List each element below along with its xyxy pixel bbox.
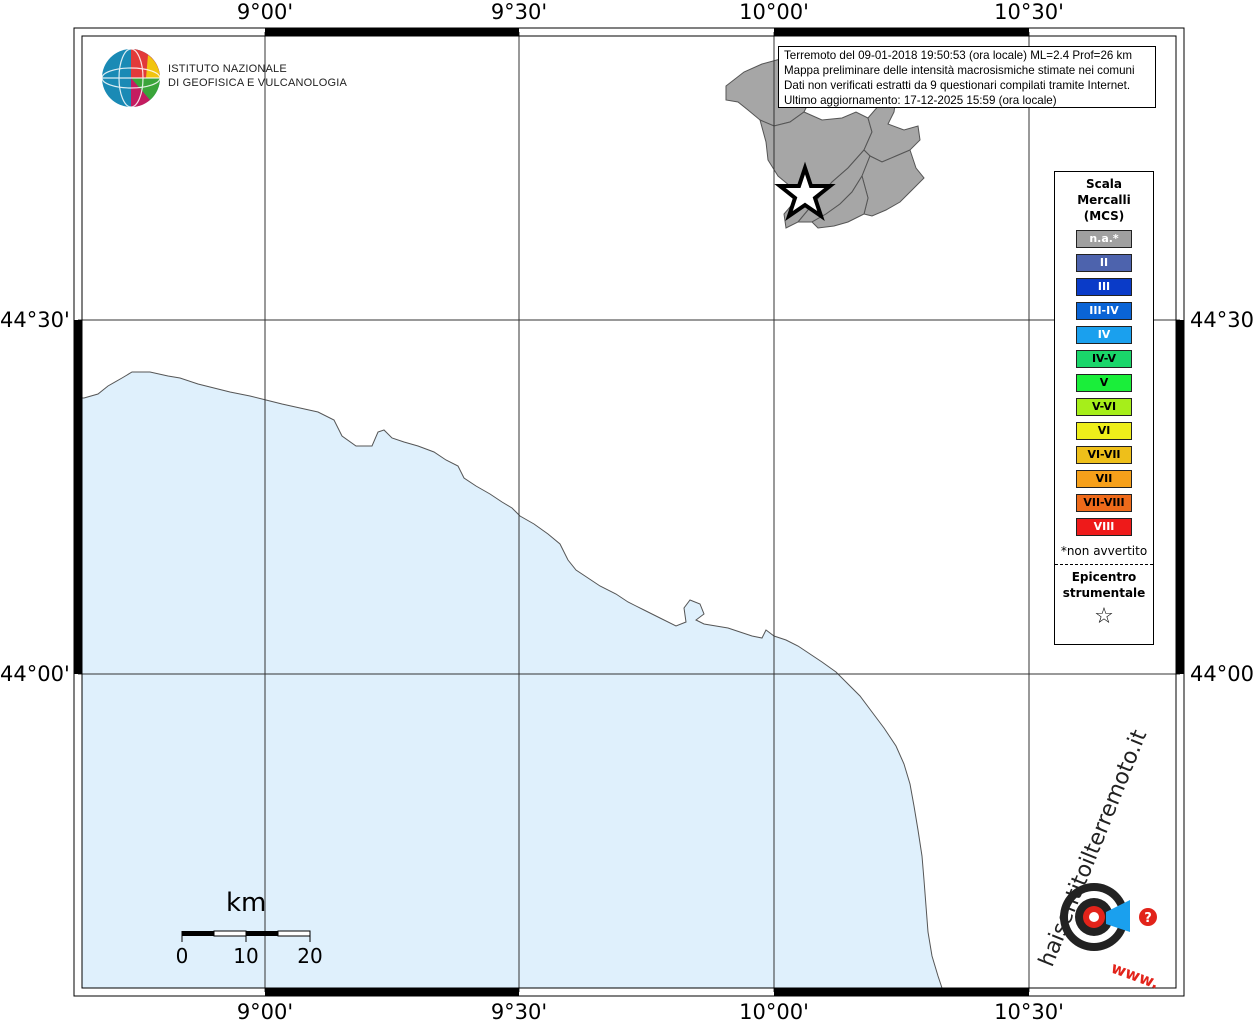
right-label-44-30: 44°30' xyxy=(1190,308,1256,332)
ingv-line-2: DI GEOFISICA E VULCANOLOGIA xyxy=(168,77,347,89)
event-info-box: Terremoto del 09-01-2018 19:50:53 (ora l… xyxy=(778,46,1156,108)
scale-tick-20: 20 xyxy=(297,944,323,968)
legend-swatch-12: VIII xyxy=(1076,518,1132,536)
legend-swatch-3: III-IV xyxy=(1076,302,1132,320)
legend-title-line-2: Mercalli xyxy=(1077,193,1131,207)
scale-unit: km xyxy=(226,888,267,918)
scale-tick-10: 10 xyxy=(233,944,259,968)
legend-epicenter-label: Epicentro strumentale xyxy=(1055,569,1153,601)
legend-swatch-8: VI xyxy=(1076,422,1132,440)
legend-epicenter-line-2: strumentale xyxy=(1062,586,1146,600)
legend-star-icon: ☆ xyxy=(1094,604,1114,629)
legend-note: *non avvertito xyxy=(1060,544,1148,558)
legend-swatch-2: III xyxy=(1076,278,1132,296)
ingv-line-1: ISTITUTO NAZIONALE xyxy=(168,63,287,75)
ingv-logo-text: ISTITUTO NAZIONALE DI GEOFISICA E VULCAN… xyxy=(168,62,347,90)
top-label-10-00: 10°00' xyxy=(739,0,809,24)
bottom-label-10-30: 10°30' xyxy=(994,1000,1064,1024)
legend-title-line-3: (MCS) xyxy=(1083,209,1125,223)
legend-swatch-0: n.a.* xyxy=(1076,230,1132,248)
legend-title: Scala Mercalli (MCS) xyxy=(1055,176,1153,224)
top-label-10-30: 10°30' xyxy=(994,0,1064,24)
ingv-logo-icon xyxy=(101,48,161,108)
legend-swatch-7: V-VI xyxy=(1076,398,1132,416)
legend-swatch-9: VI-VII xyxy=(1076,446,1132,464)
top-label-9-30: 9°30' xyxy=(490,0,548,24)
bottom-label-10-00: 10°00' xyxy=(739,1000,809,1024)
legend-swatch-4: IV xyxy=(1076,326,1132,344)
left-label-44-30: 44°30' xyxy=(0,308,70,332)
right-label-44-00: 44°00' xyxy=(1190,662,1256,686)
legend-swatches: n.a.* II III III-IV IV IV-V V V-VI VI VI-VII VII VI… xyxy=(1055,230,1153,536)
scale-tick-0: 0 xyxy=(175,944,189,968)
legend-swatch-11: VII-VIII xyxy=(1076,494,1132,512)
legend-epicenter-line-1: Epicentro xyxy=(1071,570,1137,584)
legend-swatch-10: VII xyxy=(1076,470,1132,488)
legend-title-line-1: Scala xyxy=(1085,177,1123,191)
mcs-legend: Scala Mercalli (MCS) n.a.* II III III-IV IV I… xyxy=(1054,171,1154,645)
legend-swatch-5: IV-V xyxy=(1076,350,1132,368)
legend-swatch-6: V xyxy=(1076,374,1132,392)
legend-swatch-1: II xyxy=(1076,254,1132,272)
legend-separator xyxy=(1055,564,1153,565)
left-label-44-00: 44°00' xyxy=(0,662,70,686)
info-line-event: Terremoto del 09-01-2018 19:50:53 (ora l… xyxy=(784,49,1133,62)
info-line-update: Ultimo aggiornamento: 17-12-2025 15:59 (… xyxy=(784,94,1057,107)
top-label-9-00: 9°00' xyxy=(236,0,294,24)
bottom-label-9-30: 9°30' xyxy=(490,1000,548,1024)
info-line-map: Mappa preliminare delle intensità macros… xyxy=(784,64,1135,77)
bottom-label-9-00: 9°00' xyxy=(236,1000,294,1024)
info-line-data: Dati non verificati estratti da 9 questi… xyxy=(784,79,1131,92)
svg-text:?: ? xyxy=(1144,911,1152,926)
